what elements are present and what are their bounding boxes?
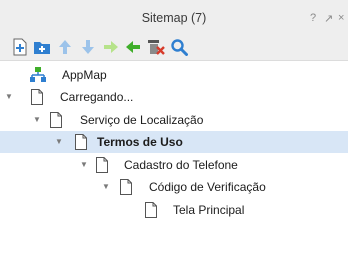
- arrow-right-icon: [104, 41, 118, 53]
- sitemap-toolbar: [0, 34, 348, 61]
- panel-title-bar: Sitemap (7) ? ↗ ×: [0, 0, 348, 34]
- page-icon: [50, 112, 62, 128]
- tree-item-label: Tela Principal: [173, 203, 245, 217]
- add-folder-button[interactable]: [33, 38, 51, 56]
- tree-item-cadastro-do-telefone[interactable]: ▼ Cadastro do Telefone: [0, 154, 348, 176]
- add-page-button[interactable]: [11, 38, 29, 56]
- tree-item-label: AppMap: [62, 68, 107, 82]
- expand-button[interactable]: ↗: [324, 12, 333, 25]
- disclosure-triangle-icon[interactable]: ▼: [33, 115, 41, 124]
- tree-item-label: Cadastro do Telefone: [124, 158, 238, 172]
- tree-item-codigo-de-verificacao[interactable]: ▼ Código de Verificação: [0, 176, 348, 198]
- search-icon: [171, 39, 188, 56]
- page-icon: [75, 134, 87, 150]
- sitemap-panel: Sitemap (7) ? ↗ × AppMap ▼ Carregando...…: [0, 0, 348, 274]
- page-icon: [96, 157, 108, 173]
- indent-button[interactable]: [102, 38, 120, 56]
- delete-page-icon: [148, 40, 165, 55]
- sitemap-icon: [30, 67, 46, 82]
- arrow-down-icon: [82, 40, 94, 54]
- panel-title: Sitemap (7): [141, 11, 207, 25]
- add-page-icon: [13, 38, 27, 56]
- tree-item-servico-de-localizacao[interactable]: ▼ Serviço de Localização: [0, 109, 348, 131]
- page-icon: [145, 202, 157, 218]
- tree-item-label: Carregando...: [60, 90, 134, 104]
- tree-item-label: Serviço de Localização: [80, 113, 204, 127]
- help-button[interactable]: ?: [310, 12, 316, 24]
- disclosure-triangle-icon[interactable]: ▼: [5, 92, 13, 101]
- tree-item-carregando[interactable]: ▼ Carregando...: [0, 86, 348, 108]
- tree-item-label: Termos de Uso: [97, 135, 183, 149]
- tree-item-label: Código de Verificação: [149, 180, 266, 194]
- outdent-button[interactable]: [124, 38, 142, 56]
- arrow-up-icon: [59, 40, 71, 54]
- page-icon: [120, 179, 132, 195]
- disclosure-triangle-icon[interactable]: ▼: [55, 137, 63, 146]
- tree-item-appmap[interactable]: AppMap: [0, 64, 348, 86]
- tree-item-tela-principal[interactable]: Tela Principal: [0, 199, 348, 221]
- arrow-left-icon: [126, 41, 140, 53]
- close-button[interactable]: ×: [338, 12, 344, 24]
- move-down-button[interactable]: [79, 38, 97, 56]
- disclosure-triangle-icon[interactable]: ▼: [80, 160, 88, 169]
- disclosure-triangle-icon[interactable]: ▼: [102, 182, 110, 191]
- add-folder-icon: [34, 42, 50, 54]
- page-icon: [31, 89, 43, 105]
- delete-page-button[interactable]: [147, 38, 165, 56]
- move-up-button[interactable]: [56, 38, 74, 56]
- tree-item-termos-de-uso[interactable]: ▼ Termos de Uso: [0, 131, 348, 153]
- search-button[interactable]: [170, 38, 188, 56]
